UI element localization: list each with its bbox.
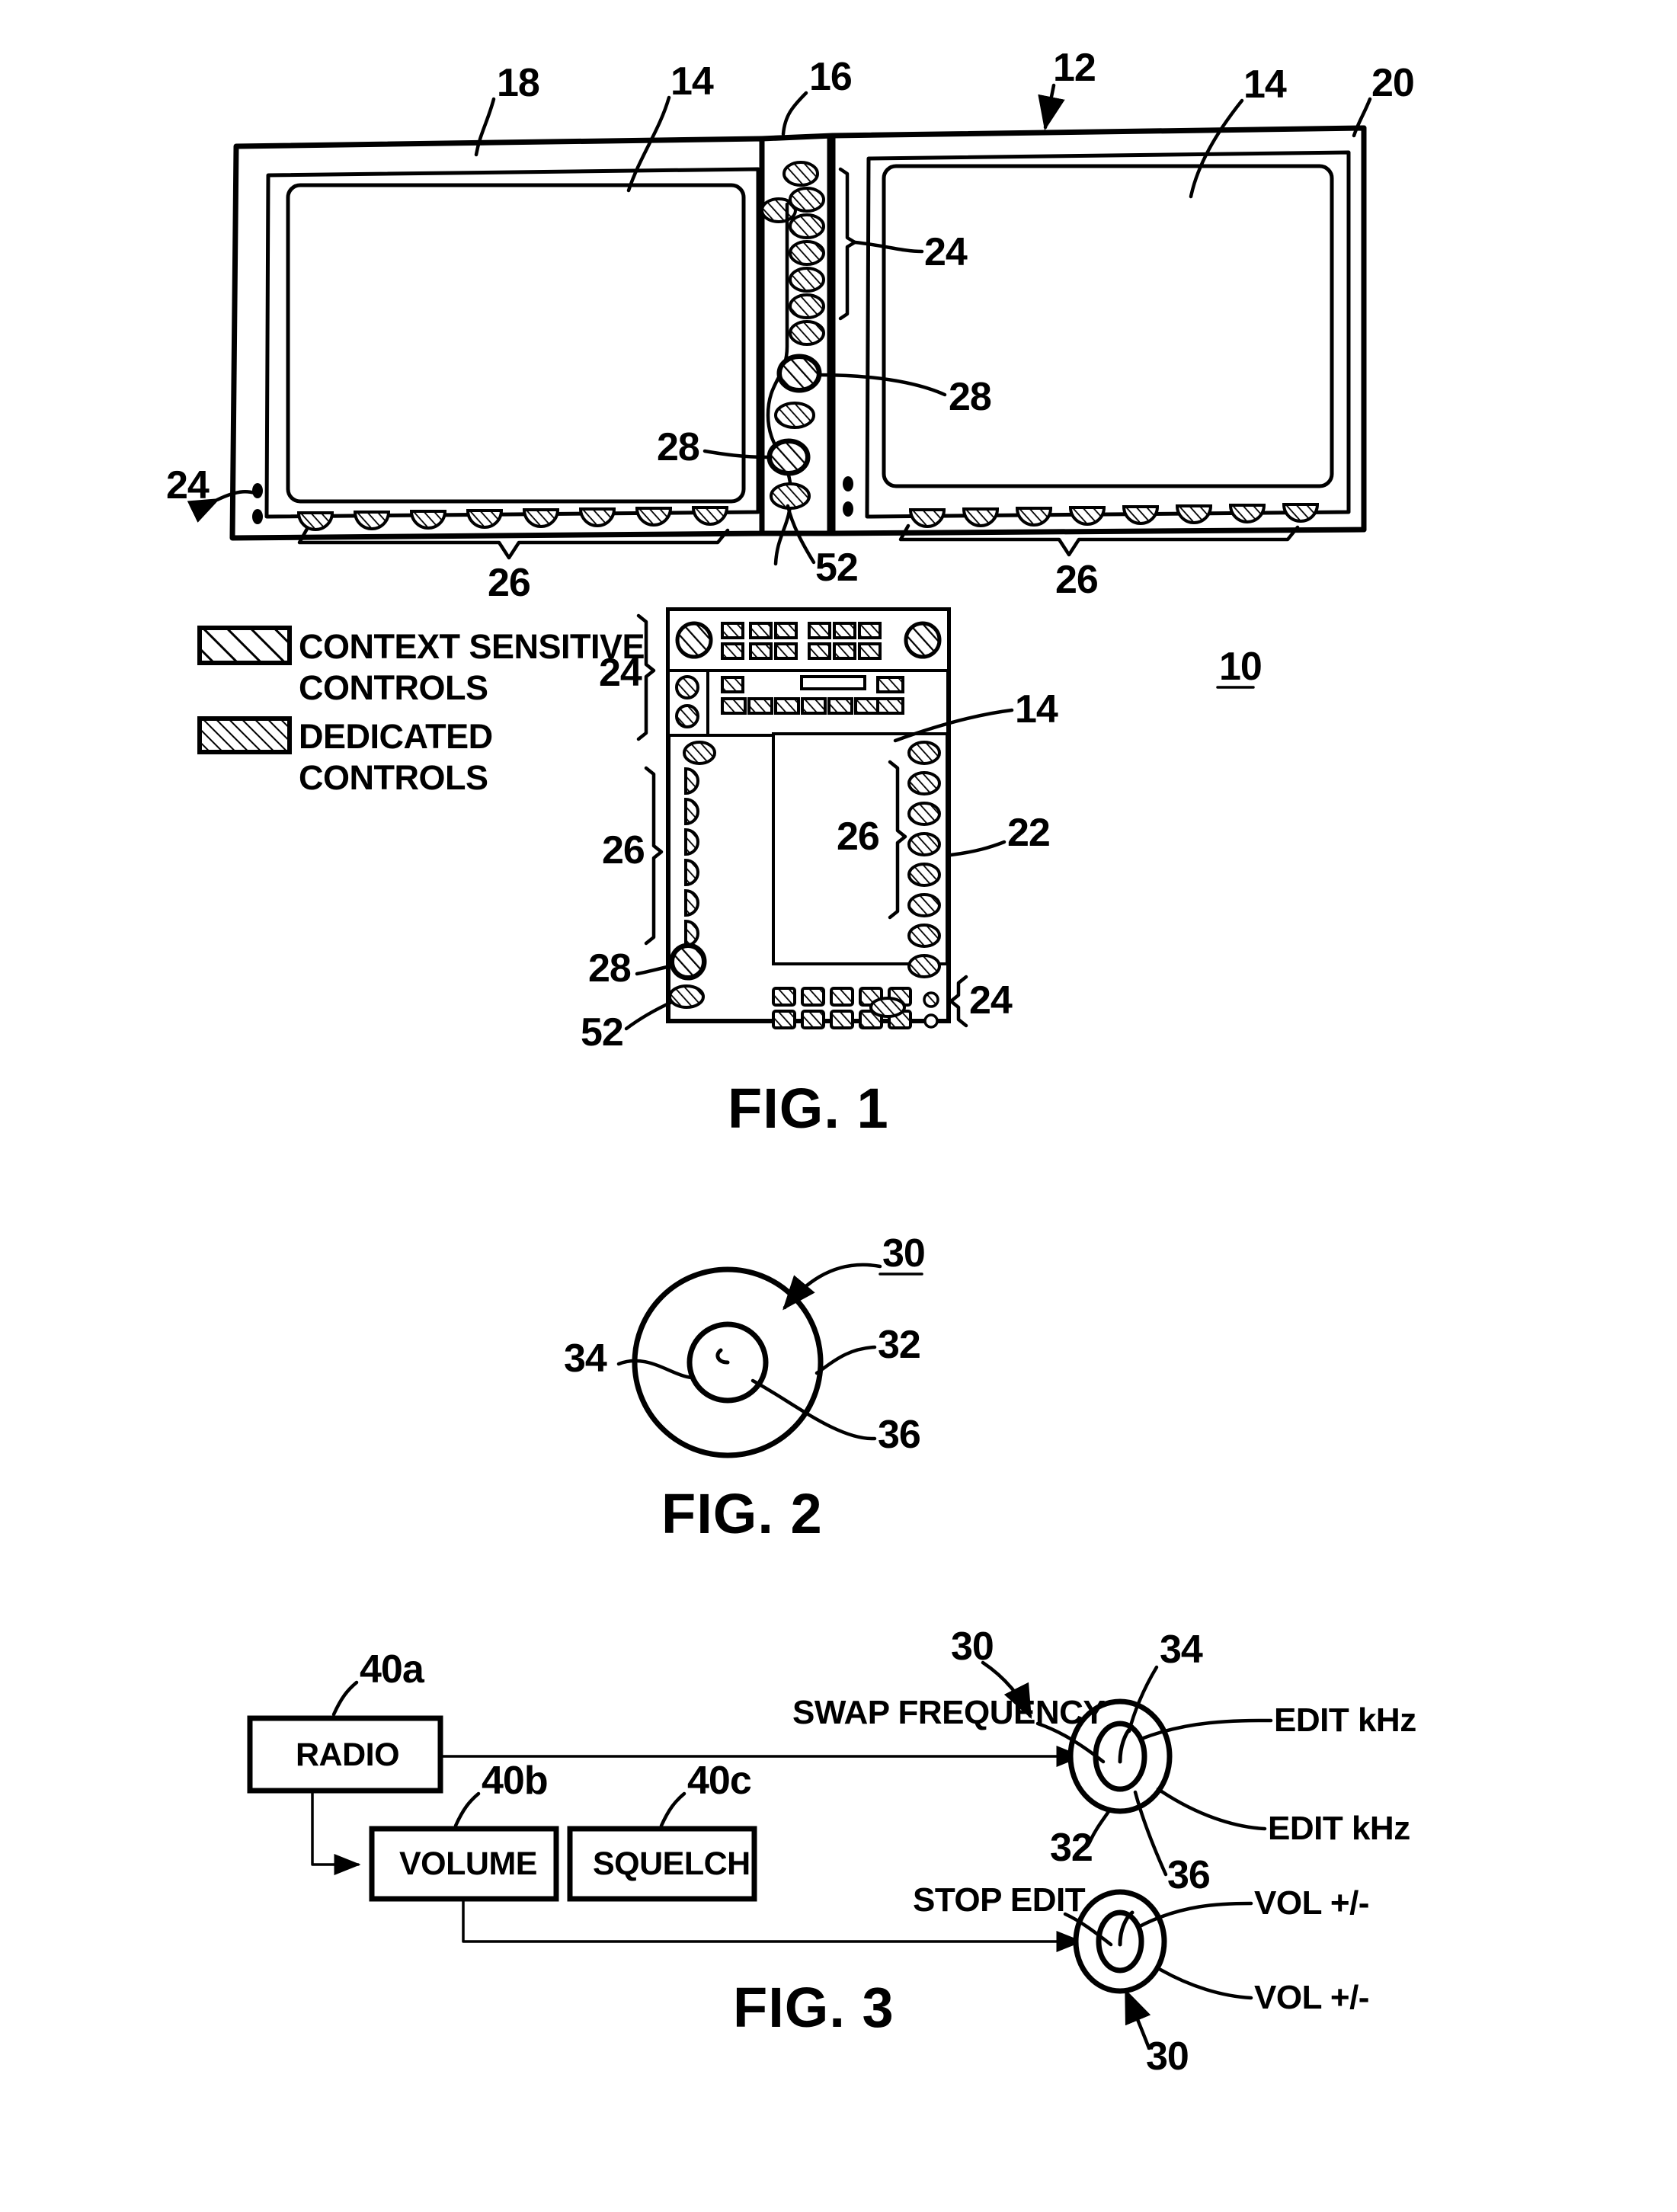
indicator-dot (843, 501, 853, 517)
block-radio-label: RADIO (296, 1737, 399, 1773)
ref-32-fig2: 32 (878, 1323, 920, 1367)
unit-top-knob-left[interactable] (675, 621, 713, 659)
ref-34-fig3: 34 (1160, 1628, 1203, 1672)
block-volume-label: VOLUME (399, 1845, 537, 1882)
figure-2-title: FIG. 2 (661, 1482, 823, 1545)
ref-14-right: 14 (1243, 62, 1287, 107)
label-stop-edit: STOP EDIT (913, 1881, 1086, 1919)
unit-bottom-oval-key[interactable] (869, 997, 906, 1018)
unit-bottom-dot-1[interactable] (923, 991, 939, 1008)
ref-18: 18 (497, 61, 539, 105)
label-vol-lower: VOL +/- (1254, 1979, 1369, 2016)
ref-22: 22 (1007, 811, 1050, 855)
ref-14-left: 14 (670, 59, 714, 104)
ref-28-unit: 28 (588, 946, 631, 991)
ref-30-fig3-bottom: 30 (1146, 2034, 1189, 2079)
legend-label-context-line1: CONTEXT SENSITIVE (299, 627, 645, 666)
center-small-knob-lower[interactable] (770, 482, 811, 510)
label-vol-upper: VOL +/- (1254, 1884, 1369, 1922)
patent-drawing-sheet: 18 14 16 12 14 20 24 28 28 52 24 26 26 1… (0, 0, 1677, 2212)
ref-28-lower: 28 (657, 425, 699, 469)
ref-24-center: 24 (924, 230, 968, 274)
ref-40b: 40b (482, 1759, 548, 1803)
fig3-knob-bottom[interactable] (1073, 1889, 1167, 1994)
label-edit-khz-upper: EDIT kHz (1274, 1701, 1416, 1739)
ref-34-fig2: 34 (564, 1336, 607, 1381)
ref-52-unit: 52 (581, 1010, 623, 1055)
ref-26-unit-inner: 26 (837, 815, 879, 859)
ref-16: 16 (809, 55, 852, 99)
center-knob-upper[interactable] (776, 354, 822, 393)
ref-32-fig3: 32 (1050, 1826, 1093, 1870)
ref-10-assembly: 10 (1219, 645, 1262, 689)
center-knob-lower[interactable] (766, 438, 811, 476)
ref-24-left: 24 (166, 463, 210, 507)
legend-swatch-context-sensitive (197, 626, 292, 665)
unit-side-knob-2[interactable] (675, 704, 699, 728)
ref-24-unit-top: 24 (599, 651, 642, 695)
block-radio[interactable]: RADIO (247, 1715, 443, 1794)
legend-swatch-dedicated (197, 716, 292, 754)
drawing-canvas: 18 14 16 12 14 20 24 28 28 52 24 26 26 1… (0, 0, 1677, 2212)
block-squelch[interactable]: SQUELCH (567, 1826, 757, 1902)
legend-label-dedicated-line2: CONTROLS (299, 758, 488, 797)
ref-24-unit-bottom: 24 (969, 978, 1013, 1023)
ref-14-unit: 14 (1015, 687, 1058, 731)
legend-label-context-line2: CONTROLS (299, 668, 488, 707)
ref-20: 20 (1371, 61, 1414, 105)
ref-36-fig3: 36 (1167, 1853, 1210, 1897)
label-edit-khz-lower: EDIT kHz (1268, 1810, 1410, 1847)
indicator-dot (252, 483, 263, 498)
unit-top-knob-right[interactable] (904, 621, 942, 659)
figure-1-title: FIG. 1 (728, 1077, 889, 1140)
figure-3-title: FIG. 3 (733, 1976, 895, 2039)
indicator-dot (252, 509, 263, 524)
unit-small-knob-52[interactable] (668, 984, 705, 1009)
ref-36-fig2: 36 (878, 1413, 920, 1457)
ref-30-fig2: 30 (882, 1231, 925, 1276)
block-squelch-label: SQUELCH (593, 1845, 750, 1882)
ref-52-center: 52 (815, 546, 858, 590)
legend-label-dedicated-line1: DEDICATED (299, 717, 493, 756)
ref-26-right: 26 (1055, 558, 1098, 602)
block-volume[interactable]: VOLUME (369, 1826, 559, 1902)
unit-side-knob-1[interactable] (675, 675, 699, 699)
ref-30-fig3-top: 30 (951, 1625, 994, 1669)
ref-26-left: 26 (488, 561, 530, 605)
ref-12: 12 (1053, 46, 1096, 90)
unit-status-bar (800, 675, 866, 690)
unit-bottom-dot-2[interactable] (923, 1013, 939, 1029)
ref-28-upper: 28 (949, 375, 991, 419)
center-small-knob-upper[interactable] (774, 402, 815, 429)
ref-40a: 40a (360, 1647, 425, 1692)
indicator-dot (843, 476, 853, 491)
unit-knob-28[interactable] (669, 943, 707, 981)
label-swap-frequency: SWAP FREQUENCY (792, 1694, 1105, 1731)
ref-26-unit-left: 26 (602, 828, 645, 872)
ref-40c: 40c (687, 1759, 751, 1803)
